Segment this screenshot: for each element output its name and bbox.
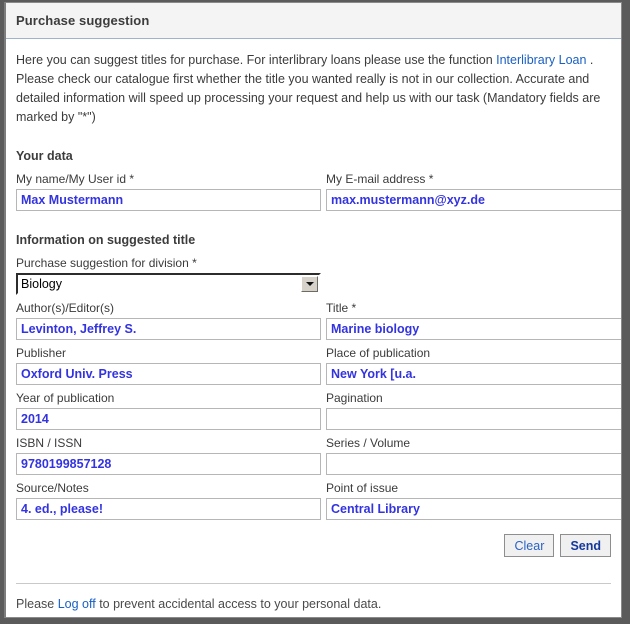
email-input[interactable]	[326, 189, 621, 211]
field-group-pagination: Pagination	[326, 391, 621, 430]
label-title: Title *	[326, 301, 357, 315]
isbn-input[interactable]	[16, 453, 321, 475]
interlibrary-loan-link[interactable]: Interlibrary Loan	[496, 53, 586, 67]
purchase-suggestion-window: Purchase suggestion Here you can suggest…	[4, 2, 622, 618]
label-source: Source/Notes	[16, 481, 89, 495]
label-pagination: Pagination	[326, 391, 383, 405]
division-select-wrapper: Biology	[16, 273, 321, 295]
field-group-isbn: ISBN / ISSN	[16, 436, 321, 475]
intro-line1-before: Here you can suggest titles for purchase…	[16, 53, 497, 67]
form-row-source-point: Source/Notes Point of issue	[16, 481, 621, 520]
label-isbn: ISBN / ISSN	[16, 436, 83, 450]
section-heading-suggested-title: Information on suggested title	[16, 233, 196, 247]
field-group-title: Title *	[326, 301, 621, 340]
label-point-of-issue: Point of issue	[326, 481, 399, 495]
form-row-author-title: Author(s)/Editor(s) Title *	[16, 301, 621, 340]
clear-button[interactable]: Clear	[504, 534, 555, 557]
label-series: Series / Volume	[326, 436, 411, 450]
label-division: Purchase suggestion for division *	[16, 256, 197, 270]
label-place: Place of publication	[326, 346, 431, 360]
field-group-email: My E-mail address *	[326, 172, 621, 211]
footer-note: Please Log off to prevent accidental acc…	[16, 583, 611, 611]
label-name: My name/My User id *	[16, 172, 135, 186]
page-title: Purchase suggestion	[16, 13, 150, 28]
place-input[interactable]	[326, 363, 621, 385]
section-heading-your-data: Your data	[16, 149, 73, 163]
form-body: Here you can suggest titles for purchase…	[6, 51, 621, 611]
publisher-input[interactable]	[16, 363, 321, 385]
label-email: My E-mail address *	[326, 172, 434, 186]
field-group-series: Series / Volume	[326, 436, 621, 475]
field-group-authors: Author(s)/Editor(s)	[16, 301, 321, 340]
footer-after: to prevent accidental access to your per…	[95, 597, 382, 611]
label-publisher: Publisher	[16, 346, 67, 360]
pagination-input[interactable]	[326, 408, 621, 430]
field-group-publisher: Publisher	[16, 346, 321, 385]
division-select[interactable]: Biology	[16, 273, 321, 295]
field-group-source: Source/Notes	[16, 481, 321, 520]
intro-line2: Please check our catalogue first whether…	[16, 72, 601, 124]
form-row-user: My name/My User id * My E-mail address *	[16, 172, 621, 211]
intro-text: Here you can suggest titles for purchase…	[16, 51, 611, 127]
source-input[interactable]	[16, 498, 321, 520]
log-off-link[interactable]: Log off	[58, 597, 96, 611]
title-input[interactable]	[326, 318, 621, 340]
series-input[interactable]	[326, 453, 621, 475]
label-year: Year of publication	[16, 391, 115, 405]
intro-line1-after: .	[586, 53, 594, 67]
footer-before: Please	[16, 597, 58, 611]
form-row-year-pagination: Year of publication Pagination	[16, 391, 621, 430]
authors-input[interactable]	[16, 318, 321, 340]
field-group-year: Year of publication	[16, 391, 321, 430]
point-of-issue-input[interactable]	[326, 498, 621, 520]
name-input[interactable]	[16, 189, 321, 211]
label-authors: Author(s)/Editor(s)	[16, 301, 115, 315]
field-group-point-of-issue: Point of issue	[326, 481, 621, 520]
field-group-division: Purchase suggestion for division * Biolo…	[16, 256, 611, 295]
year-input[interactable]	[16, 408, 321, 430]
form-row-publisher-place: Publisher Place of publication	[16, 346, 621, 385]
form-row-isbn-series: ISBN / ISSN Series / Volume	[16, 436, 621, 475]
form-actions: Clear Send	[16, 534, 611, 557]
window-titlebar: Purchase suggestion	[6, 3, 621, 39]
field-group-place: Place of publication	[326, 346, 621, 385]
field-group-name: My name/My User id *	[16, 172, 321, 211]
send-button[interactable]: Send	[560, 534, 611, 557]
